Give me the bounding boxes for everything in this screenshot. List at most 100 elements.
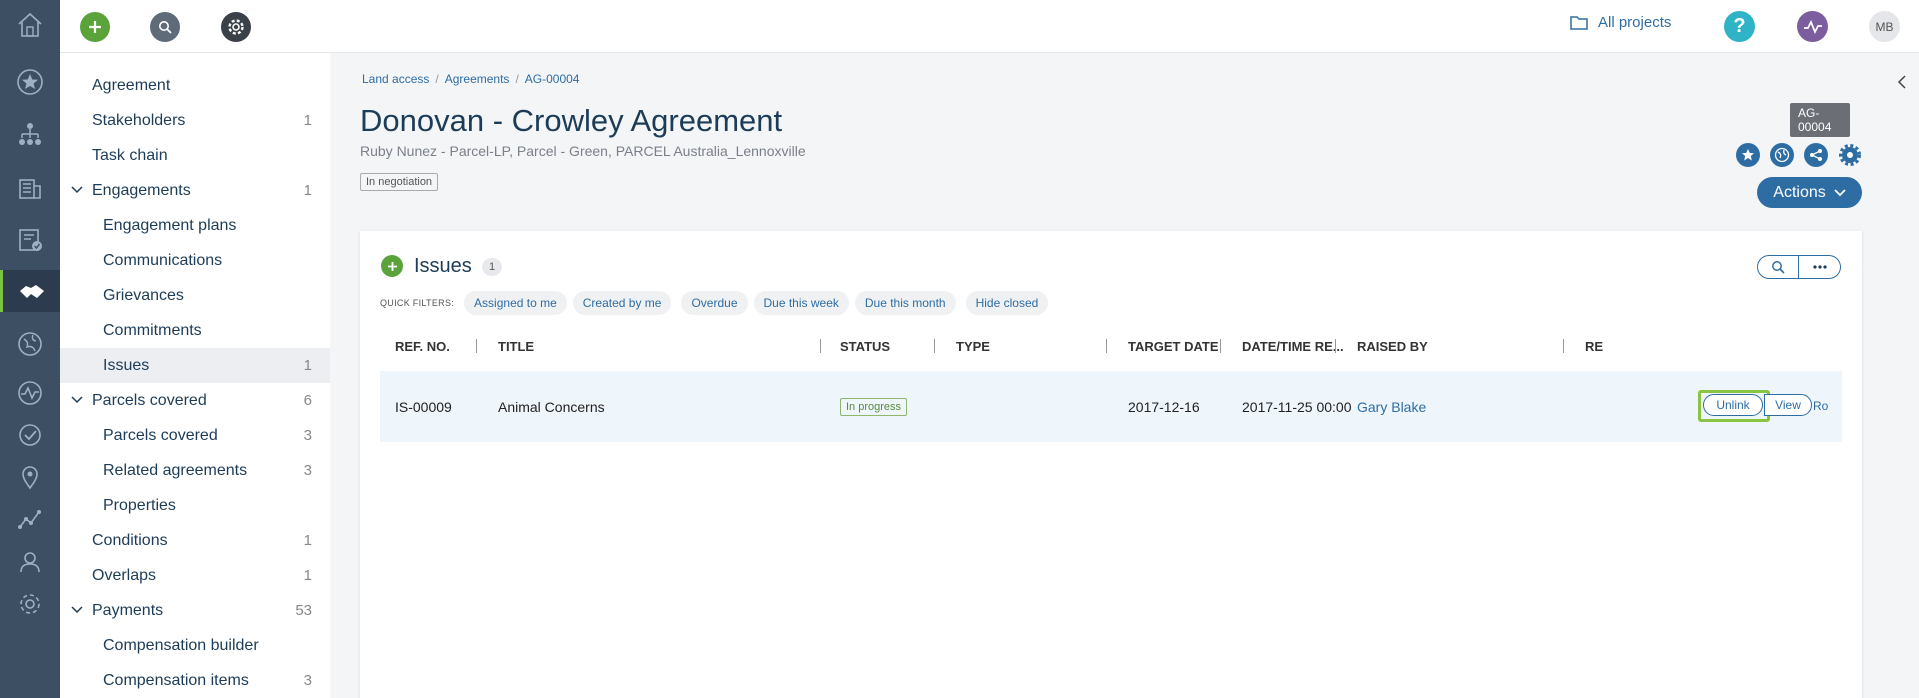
issues-search-button[interactable]: [1757, 255, 1799, 279]
filter-due-this-week[interactable]: Due this week: [753, 291, 849, 315]
col-ref-no[interactable]: REF. NO.: [395, 331, 450, 361]
filter-overdue[interactable]: Overdue: [681, 291, 748, 315]
column-resizer[interactable]: [820, 339, 821, 353]
check-circle-icon[interactable]: [0, 414, 60, 456]
nav-label: Engagement plans: [103, 216, 237, 234]
home-icon[interactable]: [0, 4, 60, 46]
nav-label: Grievances: [103, 286, 184, 304]
column-resizer[interactable]: [1220, 339, 1221, 353]
nav-compensation-builder[interactable]: Compensation builder: [60, 628, 330, 663]
activity-button[interactable]: [1797, 11, 1828, 42]
nav-engagements[interactable]: Engagements 1: [60, 173, 330, 208]
handshake-icon[interactable]: [0, 270, 60, 312]
location-icon[interactable]: [0, 456, 60, 498]
cell-raised-by-link[interactable]: Gary Blake: [1357, 371, 1426, 442]
favorite-star-icon[interactable]: [1736, 143, 1760, 167]
nav-parcels-covered[interactable]: Parcels covered 3: [60, 418, 330, 453]
settings-gear-icon[interactable]: [1838, 143, 1862, 167]
globe-icon[interactable]: [1770, 143, 1794, 167]
nav-label: Engagements: [92, 181, 191, 199]
page-subtitle: Ruby Nunez - Parcel-LP, Parcel - Green, …: [360, 143, 806, 159]
trend-icon[interactable]: [0, 498, 60, 540]
issues-more-button[interactable]: [1799, 255, 1841, 279]
globe-icon[interactable]: [0, 323, 60, 365]
nav-label: Parcels covered: [92, 391, 207, 409]
settings-gear-icon[interactable]: [221, 12, 251, 42]
all-projects-link[interactable]: All projects: [1570, 14, 1671, 31]
nav-label: Issues: [103, 356, 150, 374]
help-button[interactable]: ?: [1724, 11, 1755, 42]
user-avatar[interactable]: MB: [1869, 11, 1900, 42]
col-truncated[interactable]: RE: [1585, 331, 1603, 361]
breadcrumb-agreements[interactable]: Agreements: [445, 72, 510, 86]
share-icon[interactable]: [1804, 143, 1828, 167]
filter-hide-closed[interactable]: Hide closed: [965, 291, 1049, 315]
search-icon[interactable]: [150, 12, 180, 42]
issues-toolbar: [1757, 255, 1841, 279]
nav-label: Commitments: [103, 321, 202, 339]
chevron-down-icon[interactable]: [70, 183, 84, 197]
nav-conditions[interactable]: Conditions 1: [60, 523, 330, 558]
nav-commitments[interactable]: Commitments: [60, 313, 330, 348]
org-chart-icon[interactable]: [0, 113, 60, 155]
nav-communications[interactable]: Communications: [60, 243, 330, 278]
nav-count: 3: [303, 427, 312, 444]
column-resizer[interactable]: [1106, 339, 1107, 353]
add-issue-button[interactable]: [381, 255, 403, 277]
filter-due-this-month[interactable]: Due this month: [854, 291, 956, 315]
filter-assigned-to-me[interactable]: Assigned to me: [464, 291, 567, 315]
nav-parcels-covered-group[interactable]: Parcels covered 6: [60, 383, 330, 418]
nav-task-chain[interactable]: Task chain: [60, 138, 330, 173]
all-projects-label: All projects: [1598, 14, 1672, 31]
nav-stakeholders[interactable]: Stakeholders 1: [60, 103, 330, 138]
unlink-button[interactable]: Unlink: [1703, 394, 1763, 416]
col-target-date[interactable]: TARGET DATE: [1128, 331, 1219, 361]
nav-compensation-items[interactable]: Compensation items 3: [60, 663, 330, 698]
nav-label: Compensation items: [103, 671, 249, 689]
page-title: Donovan - Crowley Agreement: [360, 103, 783, 138]
column-resizer[interactable]: [1563, 339, 1564, 353]
nav-overlaps[interactable]: Overlaps 1: [60, 558, 330, 593]
quick-filters: QUICK FILTERS: Assigned to me Created by…: [380, 291, 1049, 315]
nav-engagement-plans[interactable]: Engagement plans: [60, 208, 330, 243]
actions-dropdown-button[interactable]: Actions: [1757, 177, 1862, 208]
chevron-down-icon[interactable]: [70, 393, 84, 407]
table-header: REF. NO. TITLE STATUS TYPE TARGET DATE D…: [380, 331, 1842, 361]
nav-label: Stakeholders: [92, 111, 186, 129]
filter-created-by-me[interactable]: Created by me: [572, 291, 672, 315]
truncated-row-action[interactable]: Ro: [1813, 399, 1828, 413]
search-icon: [1772, 261, 1785, 274]
nav-label: Parcels covered: [103, 426, 218, 444]
gear-icon[interactable]: [0, 583, 60, 625]
collapse-panel-icon[interactable]: [1897, 75, 1907, 94]
breadcrumb-current[interactable]: AG-00004: [525, 72, 580, 86]
star-icon[interactable]: [0, 61, 60, 103]
col-raised-by[interactable]: RAISED BY: [1357, 331, 1428, 361]
building-icon[interactable]: [0, 166, 60, 208]
nav-agreement[interactable]: Agreement: [60, 68, 330, 103]
table-row[interactable]: IS-00009 Animal Concerns In progress 201…: [380, 371, 1842, 442]
nav-label: Payments: [92, 601, 164, 619]
breadcrumb-land-access[interactable]: Land access: [362, 72, 429, 86]
nav-count: 3: [303, 462, 312, 479]
nav-related-agreements[interactable]: Related agreements 3: [60, 453, 330, 488]
nav-properties[interactable]: Properties: [60, 488, 330, 523]
cell-status: In progress: [840, 371, 908, 442]
nav-issues[interactable]: Issues 1: [60, 348, 330, 383]
nav-payments[interactable]: Payments 53: [60, 593, 330, 628]
add-icon[interactable]: [80, 12, 110, 42]
col-datetime-raised[interactable]: DATE/TIME RE...: [1242, 331, 1344, 361]
view-button[interactable]: View: [1764, 394, 1812, 416]
checklist-icon[interactable]: [0, 218, 60, 260]
user-icon[interactable]: [0, 541, 60, 583]
column-resizer[interactable]: [476, 339, 477, 353]
column-resizer[interactable]: [1335, 339, 1336, 353]
col-type[interactable]: TYPE: [956, 331, 990, 361]
nav-grievances[interactable]: Grievances: [60, 278, 330, 313]
column-resizer[interactable]: [934, 339, 935, 353]
chevron-down-icon[interactable]: [70, 603, 84, 617]
col-status[interactable]: STATUS: [840, 331, 890, 361]
nav-label: Overlaps: [92, 566, 157, 584]
col-title[interactable]: TITLE: [498, 331, 534, 361]
activity-icon[interactable]: [0, 372, 60, 414]
